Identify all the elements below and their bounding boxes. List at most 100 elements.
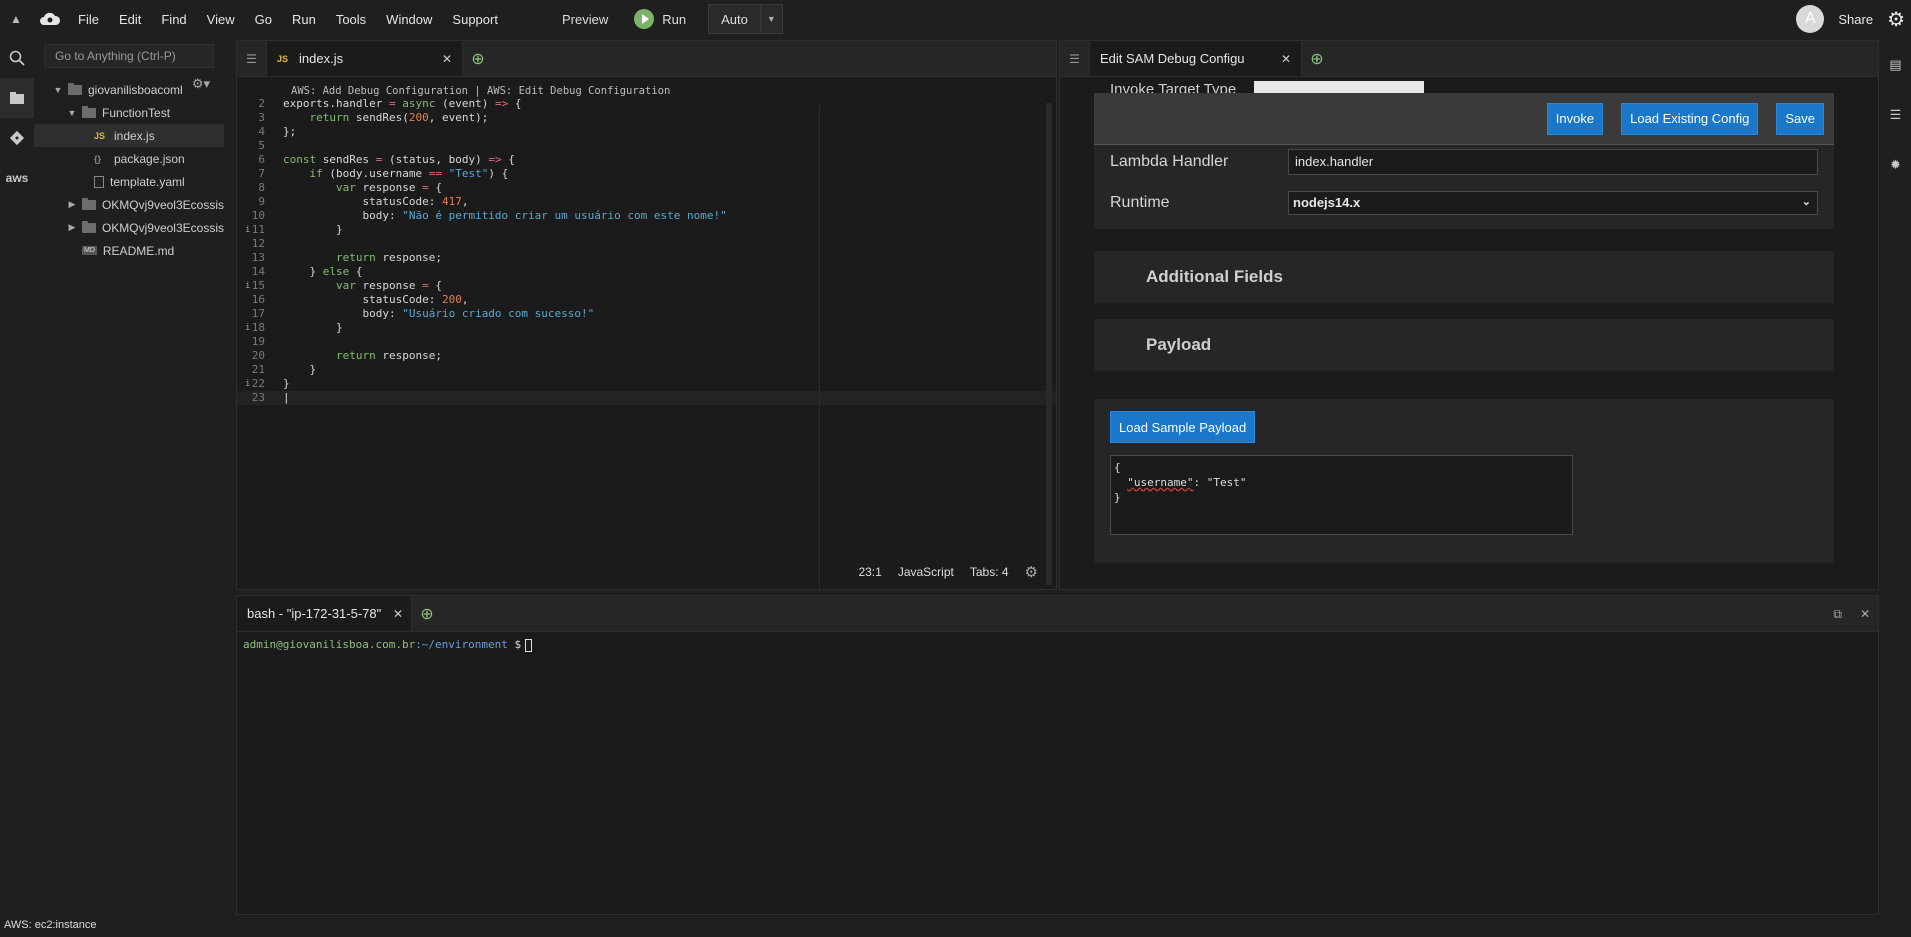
pane-menu-icon[interactable]: ☰ (237, 41, 267, 76)
activity-bar: aws (0, 38, 34, 918)
menu-find[interactable]: Find (151, 12, 196, 27)
folder-icon (82, 105, 96, 118)
tab-size[interactable]: Tabs: 4 (970, 565, 1009, 579)
terminal-controls: ⧉ ✕ (1833, 596, 1870, 632)
payload-textarea[interactable]: { "username": "Test" } (1110, 455, 1573, 535)
markdown-file-icon: MD (82, 246, 97, 255)
run-button[interactable]: Run (624, 9, 696, 29)
file-tree: Go to Anything (Ctrl-P) ⚙▾ ▼ giovanilisb… (34, 38, 224, 593)
restore-icon[interactable]: ⧉ (1833, 607, 1842, 622)
search-icon[interactable] (0, 38, 34, 78)
tree-item-label: README.md (102, 243, 175, 258)
invoke-button[interactable]: Invoke (1546, 102, 1604, 135)
aws-icon[interactable]: aws (0, 158, 34, 198)
editor-status-bar: 23:1 JavaScript Tabs: 4 ⚙ (858, 563, 1038, 581)
gear-icon[interactable]: ⚙ (1887, 7, 1905, 32)
menu-run[interactable]: Run (282, 12, 326, 27)
load-sample-payload-button[interactable]: Load Sample Payload (1110, 411, 1256, 443)
add-tab-icon[interactable]: ⊕ (412, 596, 442, 631)
tree-item-label: package.json (114, 151, 185, 166)
terminal-tab-bar: bash - "ip-172-31-5-78" ✕ ⊕ ⧉ ✕ (237, 596, 1878, 632)
additional-fields-section[interactable]: Additional Fields (1094, 251, 1834, 303)
chevron-right-icon: ▶ (68, 222, 76, 232)
editor-scrollbar[interactable] (1046, 103, 1052, 585)
menu-go[interactable]: Go (245, 12, 282, 27)
tree-settings-gear-icon[interactable]: ⚙▾ (192, 76, 210, 92)
tab-sam-debug-config[interactable]: Edit SAM Debug Configu ✕ (1090, 41, 1302, 76)
tree-item-template-yaml[interactable]: template.yaml (34, 170, 224, 193)
menu-window[interactable]: Window (376, 12, 442, 27)
cursor-position[interactable]: 23:1 (858, 565, 881, 579)
js-file-icon: JS (277, 53, 289, 64)
tree-item-label: FunctionTest (102, 105, 171, 120)
editor-tab-bar: ☰ JS index.js ✕ ⊕ (237, 41, 1056, 77)
save-button[interactable]: Save (1776, 102, 1824, 135)
menu-support[interactable]: Support (442, 12, 508, 27)
terminal-path: :~/environment (415, 638, 508, 651)
tree-item-folder2[interactable]: ▶ OKMQvj9veol3Ecossis (34, 193, 224, 216)
tree-item-label: template.yaml (110, 174, 185, 189)
file-icon (94, 175, 104, 188)
menu-edit[interactable]: Edit (109, 12, 151, 27)
tab-label: Edit SAM Debug Configu (1100, 51, 1245, 66)
language-mode[interactable]: JavaScript (898, 565, 954, 579)
editor-gear-icon[interactable]: ⚙ (1025, 563, 1038, 581)
right-activity-bar: ▤ ☰ ✹ (1880, 40, 1911, 190)
tree-item-readme[interactable]: MD README.md (34, 239, 224, 262)
menu-file[interactable]: File (68, 12, 109, 27)
codelens-header[interactable]: AWS: Add Debug Configuration | AWS: Edit… (237, 77, 1056, 97)
payload-section[interactable]: Payload (1094, 319, 1834, 371)
runtime-row: Runtime nodejs14.x ⌄ (1110, 191, 1818, 215)
run-label: Run (662, 11, 687, 27)
close-panel-icon[interactable]: ✕ (1860, 607, 1870, 621)
debugger-icon[interactable]: ✹ (1880, 140, 1911, 190)
tree-item-folder3[interactable]: ▶ OKMQvj9veol3Ecossis (34, 216, 224, 239)
lambda-handler-input[interactable]: index.handler (1288, 149, 1818, 175)
environment-icon[interactable] (0, 78, 34, 118)
runner-select[interactable]: Auto ▼ (708, 4, 783, 34)
chevron-down-icon: ⌄ (1801, 196, 1811, 208)
tab-index-js[interactable]: JS index.js ✕ (267, 41, 463, 76)
goto-anything-input[interactable]: Go to Anything (Ctrl-P) (44, 44, 214, 68)
folder-icon (68, 82, 82, 95)
tree-item-label: index.js (114, 128, 155, 143)
folder-icon (81, 197, 96, 210)
add-tab-icon[interactable]: ⊕ (1302, 41, 1332, 76)
aws-status[interactable]: AWS: ec2:instance (4, 919, 97, 931)
chevron-down-icon[interactable]: ▼ (759, 5, 782, 33)
add-tab-icon[interactable]: ⊕ (463, 41, 493, 76)
lambda-form: Lambda Handler index.handler Runtime nod… (1094, 145, 1834, 229)
tab-label: index.js (299, 51, 344, 66)
avatar[interactable]: A (1796, 5, 1825, 33)
tree-item-functiontest[interactable]: ▼ FunctionTest (34, 101, 224, 124)
sam-config-content: Invoke Target Type Invoke Load Existing … (1094, 77, 1834, 589)
source-control-icon[interactable] (0, 118, 34, 158)
tree-item-index-js[interactable]: JS index.js (34, 124, 224, 147)
outline-icon[interactable]: ☰ (1880, 90, 1911, 140)
json-file-icon: {} (94, 153, 102, 164)
collapse-menu-icon[interactable]: ▲ (0, 12, 32, 26)
tab-bash[interactable]: bash - "ip-172-31-5-78" ✕ (237, 596, 412, 631)
share-button[interactable]: Share (1838, 12, 1873, 27)
cloud9-logo-icon[interactable] (32, 11, 68, 27)
tree-item-package-json[interactable]: {} package.json (34, 147, 224, 170)
menu-tools[interactable]: Tools (326, 12, 376, 27)
close-icon[interactable]: ✕ (393, 607, 403, 621)
close-icon[interactable]: ✕ (1281, 52, 1291, 66)
runtime-select[interactable]: nodejs14.x ⌄ (1288, 191, 1818, 215)
right-tab-bar: ☰ Edit SAM Debug Configu ✕ ⊕ (1060, 41, 1878, 77)
payload-value: : "Test" (1193, 476, 1247, 489)
load-existing-config-button[interactable]: Load Existing Config (1621, 102, 1759, 135)
terminal-output[interactable]: admin@giovanilisboa.com.br:~/environment… (237, 632, 1878, 658)
code-area[interactable]: 2 exports.handler = async (event) => { 3 … (237, 97, 1056, 405)
pane-menu-icon[interactable]: ☰ (1060, 41, 1090, 76)
chevron-right-icon: ▶ (68, 199, 76, 209)
preview-button[interactable]: Preview (546, 12, 624, 27)
runtime-label: Runtime (1110, 194, 1170, 211)
js-file-icon: JS (94, 130, 106, 141)
close-icon[interactable]: ✕ (442, 52, 452, 66)
chevron-down-icon: ▼ (67, 107, 77, 118)
runtime-value: nodejs14.x (1293, 195, 1361, 210)
collaborate-icon[interactable]: ▤ (1880, 40, 1911, 90)
menu-view[interactable]: View (197, 12, 245, 27)
